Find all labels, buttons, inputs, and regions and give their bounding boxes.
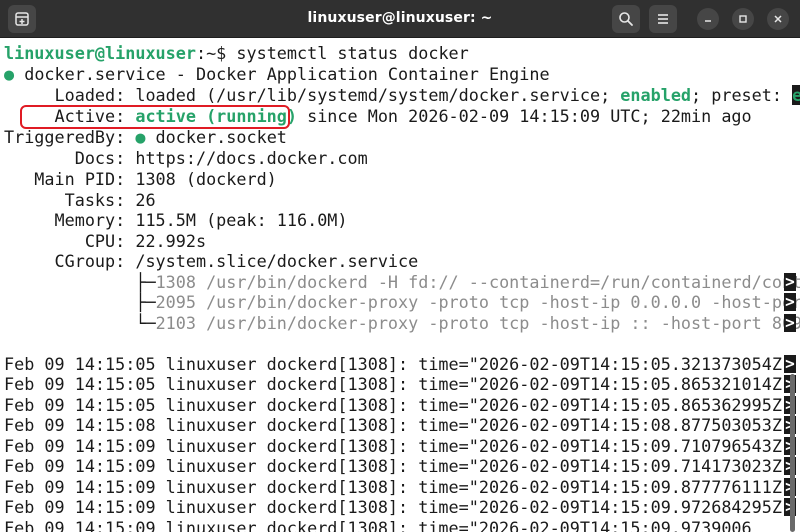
active-status-highlight <box>20 105 290 129</box>
tree-branch: └─ <box>4 313 156 333</box>
triggeredby-label: TriggeredBy: <box>4 127 136 147</box>
process-text: 2103 /usr/bin/docker-proxy -proto tcp -h… <box>155 313 800 333</box>
loaded-truncated: e <box>792 85 800 105</box>
cgroup-process-row: ├─1308 /usr/bin/dockerd -H fd:// --conta… <box>4 272 800 292</box>
socket-status-dot: ● <box>135 127 146 147</box>
log-line: Feb 09 14:15:09 linuxuser dockerd[1308]:… <box>4 497 800 517</box>
command-text: systemctl status docker <box>236 43 469 63</box>
service-status-dot: ● <box>4 64 15 84</box>
terminal-scrollbar[interactable] <box>790 374 795 532</box>
loaded-line: Loaded: loaded (/usr/lib/systemd/system/… <box>4 85 800 105</box>
loaded-label: Loaded: <box>4 85 136 105</box>
terminal-output[interactable]: linuxuser@linuxuser:~$ systemctl status … <box>0 38 800 532</box>
log-line: Feb 09 14:15:09 linuxuser dockerd[1308]:… <box>4 518 752 532</box>
active-since: since Mon 2026-02-09 14:15:09 UTC; 22min… <box>297 106 752 126</box>
cgroup-process-row: ├─2095 /usr/bin/docker-proxy -proto tcp … <box>4 292 800 312</box>
cpu-line: CPU: 22.992s <box>4 231 207 251</box>
triggeredby-value: docker.socket <box>145 127 287 147</box>
loaded-enabled: enabled <box>620 85 692 105</box>
close-button[interactable] <box>767 8 789 30</box>
minimize-icon <box>705 20 711 22</box>
prompt-line: linuxuser@linuxuser:~$ systemctl status … <box>4 43 469 63</box>
process-text: 1308 /usr/bin/dockerd -H fd:// --contain… <box>155 272 800 292</box>
tree-branch: ├─ <box>4 292 156 312</box>
search-icon <box>619 12 633 26</box>
close-icon <box>774 15 782 23</box>
tree-branch: ├─ <box>4 272 156 292</box>
log-line: Feb 09 14:15:08 linuxuser dockerd[1308]:… <box>4 415 800 435</box>
prompt-path: :~$ <box>195 43 237 63</box>
search-button[interactable] <box>612 5 640 33</box>
cgroup-process-row: └─2103 /usr/bin/docker-proxy -proto tcp … <box>4 313 800 333</box>
minimize-button[interactable] <box>697 8 719 30</box>
line-overflow-marker: > <box>784 272 796 291</box>
log-line: Feb 09 14:15:09 linuxuser dockerd[1308]:… <box>4 456 800 476</box>
line-overflow-marker: > <box>784 354 796 373</box>
window-titlebar: linuxuser@linuxuser: ~ <box>0 0 800 38</box>
tasks-line: Tasks: 26 <box>4 190 156 210</box>
docs-line: Docs: https://docs.docker.com <box>4 148 368 168</box>
memory-line: Memory: 115.5M (peak: 116.0M) <box>4 210 348 230</box>
menu-button[interactable] <box>649 5 677 33</box>
process-text: 2095 /usr/bin/docker-proxy -proto tcp -h… <box>155 292 800 312</box>
cgroup-line: CGroup: /system.slice/docker.service <box>4 251 419 271</box>
line-overflow-marker: > <box>784 313 796 332</box>
service-description: docker.service - Docker Application Cont… <box>14 64 550 84</box>
main-pid-line: Main PID: 1308 (dockerd) <box>4 169 277 189</box>
prompt-user: linuxuser@linuxuser <box>4 43 196 63</box>
log-line: Feb 09 14:15:05 linuxuser dockerd[1308]:… <box>4 374 800 394</box>
hamburger-menu-icon <box>658 14 668 24</box>
loaded-preset: ; preset: <box>691 85 793 105</box>
window-title: linuxuser@linuxuser: ~ <box>307 10 493 26</box>
log-line: Feb 09 14:15:05 linuxuser dockerd[1308]:… <box>4 395 800 415</box>
log-line: Feb 09 14:15:09 linuxuser dockerd[1308]:… <box>4 436 800 456</box>
maximize-button[interactable] <box>732 8 754 30</box>
maximize-icon <box>739 15 747 23</box>
line-overflow-marker: > <box>784 292 796 311</box>
service-line: ● docker.service - Docker Application Co… <box>4 64 550 84</box>
triggeredby-line: TriggeredBy: ● docker.socket <box>4 127 287 147</box>
log-line: Feb 09 14:15:09 linuxuser dockerd[1308]:… <box>4 477 800 497</box>
loaded-path: loaded (/usr/lib/systemd/system/docker.s… <box>135 85 621 105</box>
log-line: Feb 09 14:15:05 linuxuser dockerd[1308]:… <box>4 354 800 374</box>
